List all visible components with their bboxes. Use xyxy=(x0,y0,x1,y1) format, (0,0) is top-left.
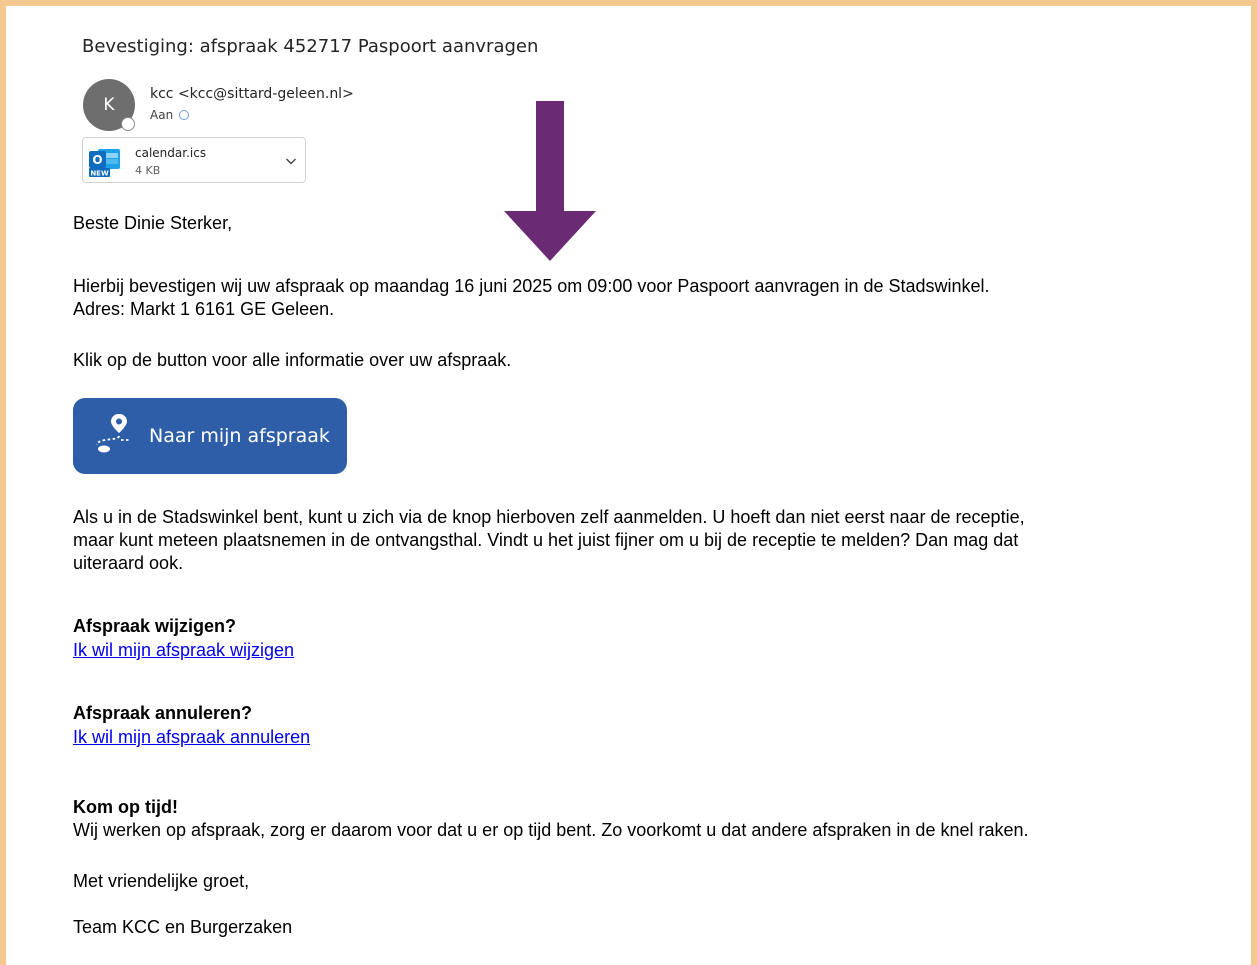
change-heading: Afspraak wijzigen? xyxy=(73,616,237,636)
cancel-appointment-link[interactable]: Ik wil mijn afspraak annuleren xyxy=(73,726,310,748)
change-appointment-link[interactable]: Ik wil mijn afspraak wijzigen xyxy=(73,639,294,661)
email-subject: Bevestiging: afspraak 452717 Paspoort aa… xyxy=(82,36,539,57)
outlook-new-icon: O NEW xyxy=(89,149,120,178)
greeting: Beste Dinie Sterker, xyxy=(73,213,233,233)
on-time-heading: Kom op tijd! xyxy=(73,797,178,817)
email-frame: Bevestiging: afspraak 452717 Paspoort aa… xyxy=(0,0,1257,965)
signature: Team KCC en Burgerzaken xyxy=(73,917,293,937)
attachment-size: 4 KB xyxy=(135,164,161,177)
chevron-down-icon[interactable] xyxy=(285,156,297,166)
attachment-card[interactable]: O NEW calendar.ics 4 KB xyxy=(82,137,306,183)
checkin-text-line-1: Als u in de Stadswinkel bent, kunt u zic… xyxy=(73,507,1025,527)
button-intro-text: Klik op de button voor alle informatie o… xyxy=(73,350,512,370)
closing-text: Met vriendelijke groet, xyxy=(73,871,250,891)
route-pin-icon xyxy=(96,414,131,453)
sender-address[interactable]: kcc <kcc@sittard-geleen.nl> xyxy=(150,86,354,102)
attachment-filename: calendar.ics xyxy=(135,146,207,160)
avatar-initial: K xyxy=(103,95,115,115)
outlook-icon-letter: O xyxy=(92,153,102,167)
address-text: Adres: Markt 1 6161 GE Geleen. xyxy=(73,299,335,319)
on-time-text: Wij werken op afspraak, zorg er daarom v… xyxy=(73,820,1029,840)
presence-status-icon xyxy=(121,117,135,131)
my-appointment-button-label: Naar mijn afspraak xyxy=(149,425,330,447)
cancel-heading: Afspraak annuleren? xyxy=(73,703,253,723)
recipient-presence-icon xyxy=(179,110,190,120)
checkin-text-line-2: maar kunt meteen plaatsnemen in de ontva… xyxy=(73,530,1019,550)
to-label: Aan xyxy=(150,108,174,122)
my-appointment-button[interactable]: Naar mijn afspraak xyxy=(73,398,347,474)
outlook-new-badge: NEW xyxy=(90,170,109,178)
recipient-line[interactable]: Aan xyxy=(150,108,190,122)
confirmation-text: Hierbij bevestigen wij uw afspraak op ma… xyxy=(73,276,990,296)
down-arrow-annotation xyxy=(504,101,596,261)
checkin-text-line-3: uiteraard ook. xyxy=(73,553,184,573)
